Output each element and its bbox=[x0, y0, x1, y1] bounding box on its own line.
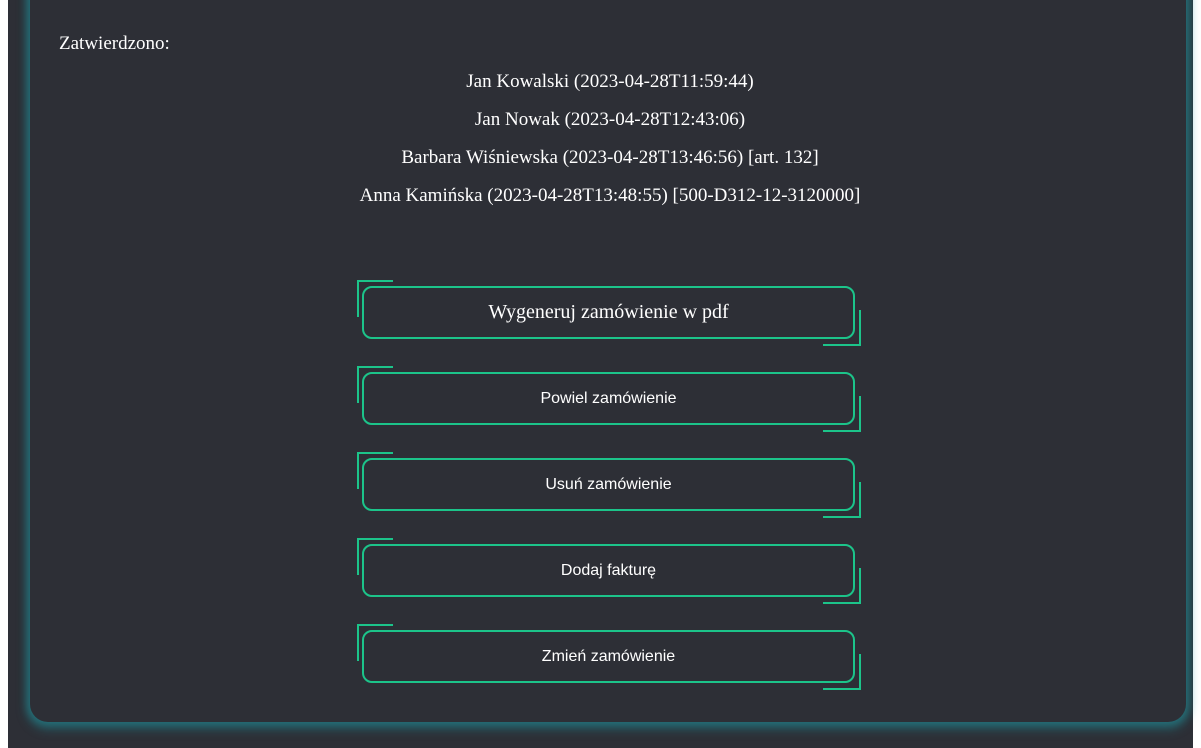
duplicate-order-label: Powiel zamówienie bbox=[540, 390, 677, 407]
add-invoice-label: Dodaj fakturę bbox=[560, 562, 657, 579]
add-invoice-button[interactable]: Dodaj fakturę bbox=[356, 538, 864, 606]
delete-order-button[interactable]: Usuń zamówienie bbox=[356, 452, 864, 520]
generate-pdf-button[interactable]: Wygeneruj zamówienie w pdf bbox=[356, 280, 864, 348]
approval-entry: Jan Kowalski (2023-04-28T11:59:44) bbox=[466, 71, 754, 92]
approval-entry: Jan Nowak (2023-04-28T12:43:06) bbox=[474, 109, 746, 130]
approvals-list: Jan Kowalski (2023-04-28T11:59:44) Jan N… bbox=[0, 67, 1201, 219]
edit-order-label: Zmień zamówienie bbox=[541, 648, 676, 665]
edit-order-button[interactable]: Zmień zamówienie bbox=[356, 624, 864, 692]
generate-pdf-label: Wygeneruj zamówienie w pdf bbox=[488, 301, 729, 323]
duplicate-order-button[interactable]: Powiel zamówienie bbox=[356, 366, 864, 434]
approval-entry: Barbara Wiśniewska (2023-04-28T13:46:56)… bbox=[401, 147, 819, 168]
delete-order-label: Usuń zamówienie bbox=[545, 476, 672, 493]
approval-entry: Anna Kamińska (2023-04-28T13:48:55) [500… bbox=[359, 185, 861, 206]
order-actions: Wygeneruj zamówienie w pdf Powiel zamówi… bbox=[356, 280, 866, 710]
approved-label: Zatwierdzono: bbox=[59, 33, 170, 54]
